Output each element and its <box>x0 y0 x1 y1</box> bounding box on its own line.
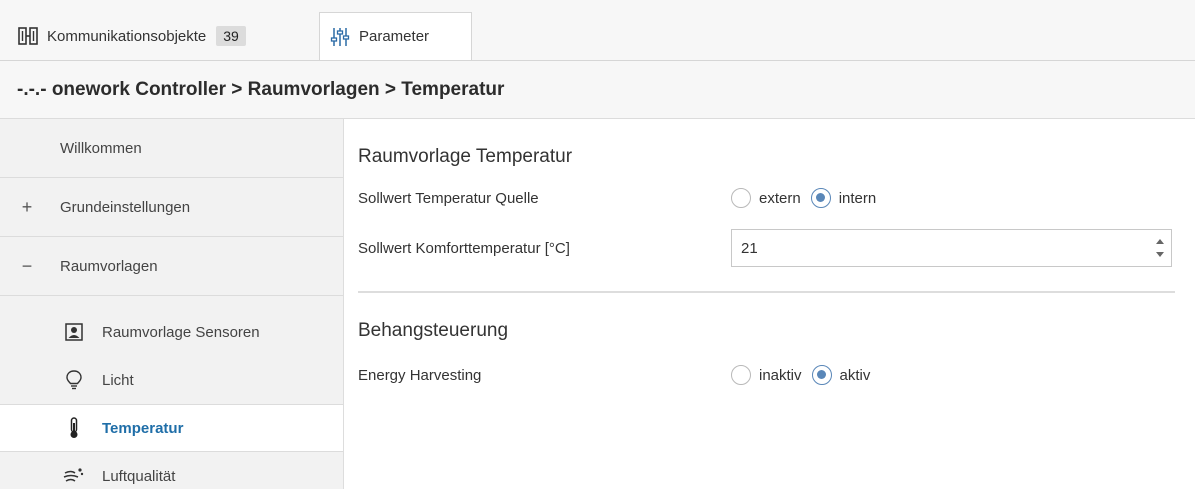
tab-label: Parameter <box>359 28 430 45</box>
sensor-icon <box>63 321 85 343</box>
increment-arrow-icon[interactable] <box>1156 239 1164 244</box>
sidebar-subitem-raumvorlage-sensoren[interactable]: Raumvorlage Sensoren <box>0 308 343 356</box>
sidebar-item-label: Grundeinstellungen <box>60 198 191 216</box>
radio-label: aktiv <box>839 366 871 384</box>
sidebar-item-label: Willkommen <box>60 139 142 157</box>
sidebar-item-label: Raumvorlagen <box>60 257 158 275</box>
count-badge: 39 <box>216 26 246 46</box>
radio-extern[interactable]: extern <box>731 188 801 208</box>
radio-label: intern <box>838 189 877 207</box>
communication-objects-icon <box>18 27 38 45</box>
komforttemperatur-label: Sollwert Komforttemperatur [°C] <box>358 240 570 257</box>
sidebar-subitem-label: Luftqualität <box>102 467 176 485</box>
breadcrumb: -.-.- onework Controller > Raumvorlagen … <box>0 60 1195 119</box>
radio-circle <box>810 188 831 208</box>
radio-aktiv[interactable]: aktiv <box>811 365 871 385</box>
radio-label: inaktiv <box>759 366 802 384</box>
stepper-arrows <box>1155 236 1165 260</box>
sollwert-quelle-radio-group: extern intern <box>731 188 876 208</box>
radio-inaktiv[interactable]: inaktiv <box>731 365 802 385</box>
sollwert-quelle-label: Sollwert Temperatur Quelle <box>358 190 539 207</box>
sidebar-subitem-luftqualitaet[interactable]: Luftqualität <box>0 452 343 500</box>
sidebar-subitem-temperatur[interactable]: Temperatur <box>0 404 343 452</box>
komforttemperatur-input[interactable] <box>732 238 1123 258</box>
tab-bar: Kommunikationsobjekte 39 Parameter <box>0 0 1195 60</box>
air-quality-icon <box>63 465 85 487</box>
tab-label: Kommunikationsobjekte <box>47 27 207 45</box>
sidebar: Willkommen + Grundeinstellungen − Raumvo… <box>0 119 344 489</box>
sidebar-subitem-label: Raumvorlage Sensoren <box>102 323 260 341</box>
section-title-behangsteuerung: Behangsteuerung <box>358 320 509 341</box>
sidebar-subitem-licht[interactable]: Licht <box>0 356 343 404</box>
decrement-arrow-icon[interactable] <box>1156 252 1164 257</box>
sidebar-subitem-label: Temperatur <box>102 419 184 437</box>
section-title-raumvorlage-temperatur: Raumvorlage Temperatur <box>358 146 573 167</box>
sidebar-subitem-label: Licht <box>102 371 134 389</box>
radio-circle <box>731 365 751 385</box>
sidebar-item-willkommen[interactable]: Willkommen <box>0 119 343 178</box>
sidebar-item-raumvorlagen[interactable]: − Raumvorlagen <box>0 237 343 296</box>
tab-communication-objects[interactable]: Kommunikationsobjekte 39 <box>10 12 310 60</box>
sliders-icon <box>330 27 350 47</box>
energy-harvesting-label: Energy Harvesting <box>358 367 482 384</box>
radio-circle <box>731 188 751 208</box>
radio-circle <box>811 365 832 385</box>
energy-harvesting-radio-group: inaktiv aktiv <box>731 365 870 385</box>
collapse-icon: − <box>21 255 33 276</box>
parameter-panel: Raumvorlage Temperatur Sollwert Temperat… <box>344 119 1195 489</box>
radio-label: extern <box>759 189 801 207</box>
thermometer-icon <box>63 417 85 439</box>
sidebar-item-grundeinstellungen[interactable]: + Grundeinstellungen <box>0 178 343 237</box>
light-bulb-icon <box>63 369 85 391</box>
komforttemperatur-stepper <box>731 229 1172 267</box>
section-divider <box>358 291 1175 293</box>
radio-intern[interactable]: intern <box>810 188 877 208</box>
tab-parameters[interactable]: Parameter <box>319 12 472 60</box>
expand-icon: + <box>21 196 33 217</box>
